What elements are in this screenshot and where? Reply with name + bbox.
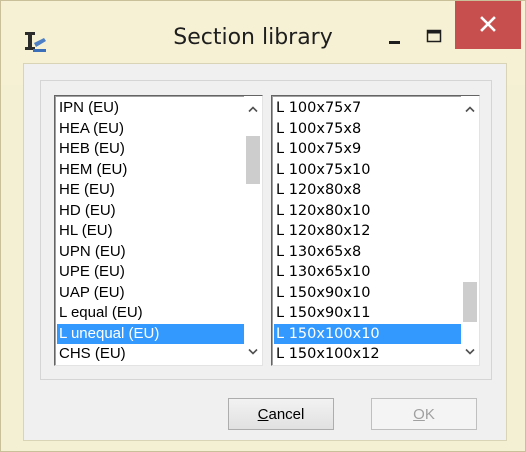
section-size-list-item[interactable]: L 130x65x8 (274, 242, 461, 263)
section-type-scrollbar[interactable] (244, 96, 262, 365)
section-size-list-item[interactable]: L 120x80x10 (274, 201, 461, 222)
close-icon (480, 16, 496, 32)
maximize-icon (426, 29, 442, 43)
minimize-icon (389, 41, 400, 44)
section-type-list-item[interactable]: UPN (EU) (57, 242, 244, 263)
scroll-up-button[interactable] (244, 98, 262, 120)
chevron-up-icon (248, 106, 258, 113)
section-size-list-item[interactable]: L 100x75x8 (274, 119, 461, 140)
dialog-client-area: IPN (EU) HEA (EU) HEB (EU) HEM (EU) HE (EU) H… (23, 63, 507, 441)
section-type-list-item[interactable]: HEM (EU) (57, 160, 244, 181)
section-type-list-item[interactable]: HEB (EU) (57, 139, 244, 160)
section-type-listbox[interactable]: IPN (EU) HEA (EU) HEB (EU) HEM (EU) HE (EU) H… (54, 95, 263, 366)
section-type-list-item[interactable]: L equal (EU) (57, 303, 244, 324)
scroll-down-button[interactable] (461, 341, 479, 363)
chevron-down-icon (465, 348, 475, 355)
section-size-list: L 100x75x7 L 100x75x8 L 100x75x9 L 100x75x1… (274, 98, 461, 365)
section-size-list-item[interactable]: L 150x100x10 (274, 323, 461, 344)
section-type-list-item[interactable]: L unequal (EU) (57, 323, 244, 344)
cancel-mnemonic: C (257, 405, 269, 423)
section-size-list-item[interactable]: L 150x90x11 (274, 303, 461, 324)
section-type-list-item[interactable]: HD (EU) (57, 201, 244, 222)
cancel-button[interactable]: Cancel (228, 398, 334, 430)
section-group-box: IPN (EU) HEA (EU) HEB (EU) HEM (EU) HE (EU) H… (40, 80, 492, 380)
ok-mnemonic: O (413, 405, 425, 423)
maximize-button[interactable] (417, 23, 451, 53)
section-type-list-item[interactable]: CHS (EU) (57, 344, 244, 365)
section-type-list-item[interactable]: IPN (EU) (57, 98, 244, 119)
scroll-up-button[interactable] (461, 98, 479, 120)
ok-button[interactable]: OK (371, 398, 477, 430)
close-button[interactable] (455, 1, 521, 49)
scroll-thumb[interactable] (463, 282, 477, 322)
scroll-down-button[interactable] (244, 341, 262, 363)
chevron-down-icon (248, 348, 258, 355)
cancel-label: ancel (268, 405, 305, 423)
section-size-list-item[interactable]: L 130x65x10 (274, 262, 461, 283)
ok-label: K (424, 405, 435, 423)
section-size-list-item[interactable]: L 150x90x10 (274, 283, 461, 304)
section-type-list: IPN (EU) HEA (EU) HEB (EU) HEM (EU) HE (EU) H… (57, 98, 244, 365)
section-type-list-item[interactable]: UAP (EU) (57, 283, 244, 304)
section-type-list-item[interactable]: HL (EU) (57, 221, 244, 242)
section-size-list-item[interactable]: L 120x80x12 (274, 221, 461, 242)
section-size-list-item[interactable]: L 120x80x8 (274, 180, 461, 201)
section-size-list-item[interactable]: L 150x100x12 (274, 344, 461, 365)
section-size-scrollbar[interactable] (461, 96, 479, 365)
section-size-list-item[interactable]: L 100x75x9 (274, 139, 461, 160)
minimize-button[interactable] (377, 23, 411, 53)
chevron-up-icon (465, 106, 475, 113)
section-size-list-item[interactable]: L 100x75x10 (274, 160, 461, 181)
section-type-list-item[interactable]: HEA (EU) (57, 119, 244, 140)
section-library-window: Section library IPN (EU) HEA (EU) HEB (EU)… (0, 0, 526, 452)
section-size-list-item[interactable]: L 100x75x7 (274, 98, 461, 119)
scroll-thumb[interactable] (246, 136, 260, 184)
section-size-listbox[interactable]: L 100x75x7 L 100x75x8 L 100x75x9 L 100x75x1… (271, 95, 480, 366)
section-type-list-item[interactable]: HE (EU) (57, 180, 244, 201)
section-type-list-item[interactable]: UPE (EU) (57, 262, 244, 283)
